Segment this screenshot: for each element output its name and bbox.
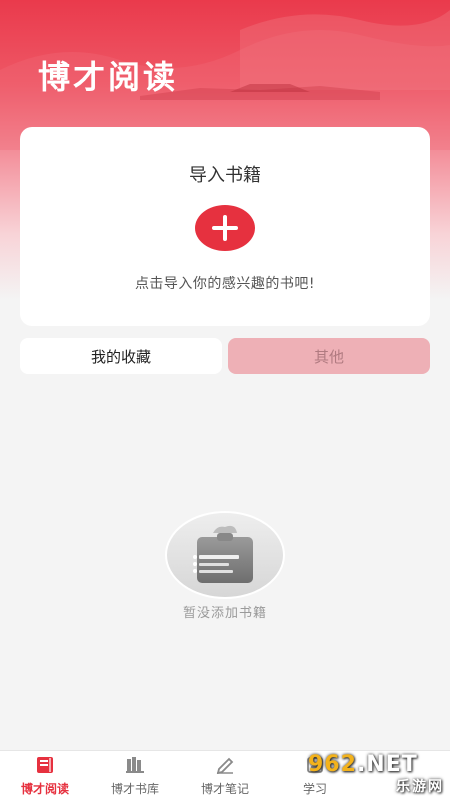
pen-icon	[216, 757, 234, 774]
nav-label-notes: 博才笔记	[200, 782, 249, 796]
tab-my-favorites[interactable]: 我的收藏	[20, 338, 222, 374]
book-icon	[37, 757, 53, 773]
import-books-card[interactable]: 导入书籍 点击导入你的感兴趣的书吧!	[20, 127, 430, 326]
watermark-number: 962	[308, 752, 357, 777]
import-hint-text: 点击导入你的感兴趣的书吧!	[134, 276, 316, 292]
nav-item-library[interactable]: 博才书库	[90, 751, 180, 800]
app-title: 博才阅读	[38, 58, 179, 96]
watermark-site: 962.NET	[308, 752, 418, 777]
nav-label-library: 博才书库	[110, 782, 159, 796]
nav-item-notes[interactable]: 博才笔记	[180, 751, 270, 800]
plus-icon	[212, 215, 238, 241]
nav-label-reading: 博才阅读	[20, 782, 69, 796]
bookshelf-icon	[126, 757, 144, 773]
watermark-logo: 962.NET 乐游网	[308, 752, 450, 796]
tab-other[interactable]: 其他	[228, 338, 430, 374]
empty-clipboard-icon	[165, 511, 285, 599]
add-book-button[interactable]	[195, 205, 255, 251]
nav-item-reading[interactable]: 博才阅读	[0, 751, 90, 800]
watermark-domain: .NET	[356, 752, 418, 777]
import-books-title: 导入书籍	[189, 165, 261, 186]
empty-state-text: 暂没添加书籍	[182, 606, 267, 621]
watermark-site-name: 乐游网	[396, 779, 444, 795]
